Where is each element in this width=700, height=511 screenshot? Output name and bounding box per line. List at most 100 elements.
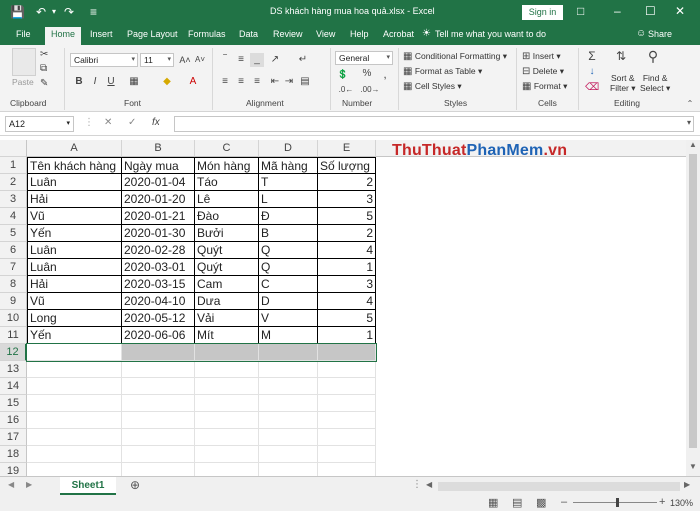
row-header-2[interactable]: 2 (0, 174, 27, 191)
row-header-5[interactable]: 5 (0, 225, 27, 242)
cell-e17[interactable] (318, 429, 376, 446)
cell-a4[interactable]: Vũ (27, 208, 122, 225)
tab-help[interactable]: Help (350, 29, 369, 39)
tab-view[interactable]: View (316, 29, 335, 39)
cell-e5[interactable]: 2 (318, 225, 376, 242)
cell-a18[interactable] (27, 446, 122, 463)
row-header-18[interactable]: 18 (0, 446, 27, 463)
cell-d9[interactable]: D (259, 293, 318, 310)
conditional-formatting-button[interactable]: ▦ Conditional Formatting ▾ (403, 51, 507, 63)
cell-b18[interactable] (122, 446, 195, 463)
wrap-text-icon[interactable]: ↵ (296, 53, 310, 67)
select-all-corner[interactable] (0, 140, 27, 157)
cell-c3[interactable]: Lê (195, 191, 259, 208)
zoom-slider-thumb[interactable] (616, 498, 619, 507)
tab-data[interactable]: Data (239, 29, 258, 39)
font-color-icon[interactable]: A (186, 75, 200, 89)
borders-icon[interactable]: ▦ (127, 75, 141, 89)
cell-d3[interactable]: L (259, 191, 318, 208)
row-header-8[interactable]: 8 (0, 276, 27, 293)
italic-icon[interactable]: I (88, 75, 102, 89)
cell-c12[interactable] (195, 344, 259, 361)
cell-b3[interactable]: 2020-01-20 (122, 191, 195, 208)
formula-input[interactable] (174, 116, 694, 132)
cell-e9[interactable]: 4 (318, 293, 376, 310)
prev-sheet-icon[interactable]: ◀ (8, 480, 14, 489)
cell-a9[interactable]: Vũ (27, 293, 122, 310)
cell-b4[interactable]: 2020-01-21 (122, 208, 195, 225)
paste-button[interactable]: Paste (12, 77, 34, 87)
cell-d6[interactable]: Q (259, 242, 318, 259)
cell-e11[interactable]: 1 (318, 327, 376, 344)
cell-c10[interactable]: Vải (195, 310, 259, 327)
zoom-level[interactable]: 130% (670, 498, 693, 508)
cell-b6[interactable]: 2020-02-28 (122, 242, 195, 259)
cell-a15[interactable] (27, 395, 122, 412)
maximize-icon[interactable]: ☐ (645, 3, 656, 19)
cell-b8[interactable]: 2020-03-15 (122, 276, 195, 293)
format-cells-button[interactable]: ▦ Format ▾ (522, 81, 567, 93)
row-header-4[interactable]: 4 (0, 208, 27, 225)
align-right-icon[interactable]: ≡ (250, 75, 264, 89)
row-header-17[interactable]: 17 (0, 429, 27, 446)
sheet-tab-sheet1[interactable]: Sheet1 (60, 477, 116, 495)
minimize-icon[interactable]: – (614, 3, 621, 19)
autosum-icon[interactable]: Σ (585, 49, 599, 63)
cell-c14[interactable] (195, 378, 259, 395)
zoom-in-icon[interactable]: + (659, 496, 665, 508)
number-format-select[interactable]: General ▾ (335, 51, 393, 65)
align-left-icon[interactable]: ≡ (218, 75, 232, 89)
cell-b12[interactable] (122, 344, 195, 361)
cell-a11[interactable]: Yến (27, 327, 122, 344)
cell-c15[interactable] (195, 395, 259, 412)
cell-c16[interactable] (195, 412, 259, 429)
redo-icon[interactable]: ↷ (64, 4, 74, 20)
sort-filter-button[interactable]: Sort & Filter ▾ (610, 73, 636, 93)
cell-e7[interactable]: 1 (318, 259, 376, 276)
increase-indent-icon[interactable]: ⇥ (282, 75, 296, 89)
cell-c19[interactable] (195, 463, 259, 476)
cell-e19[interactable] (318, 463, 376, 476)
cell-e16[interactable] (318, 412, 376, 429)
orientation-icon[interactable]: ↗ (268, 53, 282, 67)
cell-c9[interactable]: Dưa (195, 293, 259, 310)
cell-d4[interactable]: Đ (259, 208, 318, 225)
collapse-ribbon-icon[interactable]: ⌃ (683, 97, 697, 111)
horizontal-scrollbar[interactable] (438, 482, 680, 491)
cell-d10[interactable]: V (259, 310, 318, 327)
cell-b15[interactable] (122, 395, 195, 412)
cell-d15[interactable] (259, 395, 318, 412)
cell-a5[interactable]: Yến (27, 225, 122, 242)
font-size-select[interactable]: 11 ▾ (140, 53, 174, 67)
name-box[interactable]: A12 ▾ (5, 116, 74, 132)
fill-icon[interactable]: ↓ (585, 65, 599, 79)
clear-icon[interactable]: ⌫ (585, 81, 599, 95)
vertical-scrollbar[interactable]: ▲ ▼ (686, 140, 700, 476)
add-sheet-icon[interactable]: ⊕ (130, 478, 140, 492)
cell-d13[interactable] (259, 361, 318, 378)
paste-icon[interactable] (12, 48, 36, 76)
chevron-down-icon[interactable]: ▾ (52, 4, 56, 20)
cell-a2[interactable]: Luân (27, 174, 122, 191)
cell-a17[interactable] (27, 429, 122, 446)
page-layout-view-icon[interactable]: ▤ (512, 496, 522, 509)
decrease-decimal-icon[interactable]: .00→ (360, 83, 380, 97)
column-header-a[interactable]: A (27, 140, 122, 157)
cell-d8[interactable]: C (259, 276, 318, 293)
cell-d17[interactable] (259, 429, 318, 446)
tab-split-handle[interactable]: ⋮ (412, 479, 422, 490)
share-button[interactable]: Share (648, 29, 672, 39)
insert-cells-button[interactable]: ⊞ Insert ▾ (522, 51, 561, 63)
cell-a19[interactable] (27, 463, 122, 476)
cell-e18[interactable] (318, 446, 376, 463)
font-name-select[interactable]: Calibri ▾ (70, 53, 138, 67)
align-bottom-icon[interactable]: _ (250, 53, 264, 67)
row-header-16[interactable]: 16 (0, 412, 27, 429)
ribbon-display-icon[interactable]: □ (577, 3, 584, 19)
cell-b2[interactable]: 2020-01-04 (122, 174, 195, 191)
cut-icon[interactable]: ✂ (40, 49, 48, 61)
cell-d7[interactable]: Q (259, 259, 318, 276)
row-header-14[interactable]: 14 (0, 378, 27, 395)
tab-review[interactable]: Review (273, 29, 303, 39)
cell-e10[interactable]: 5 (318, 310, 376, 327)
